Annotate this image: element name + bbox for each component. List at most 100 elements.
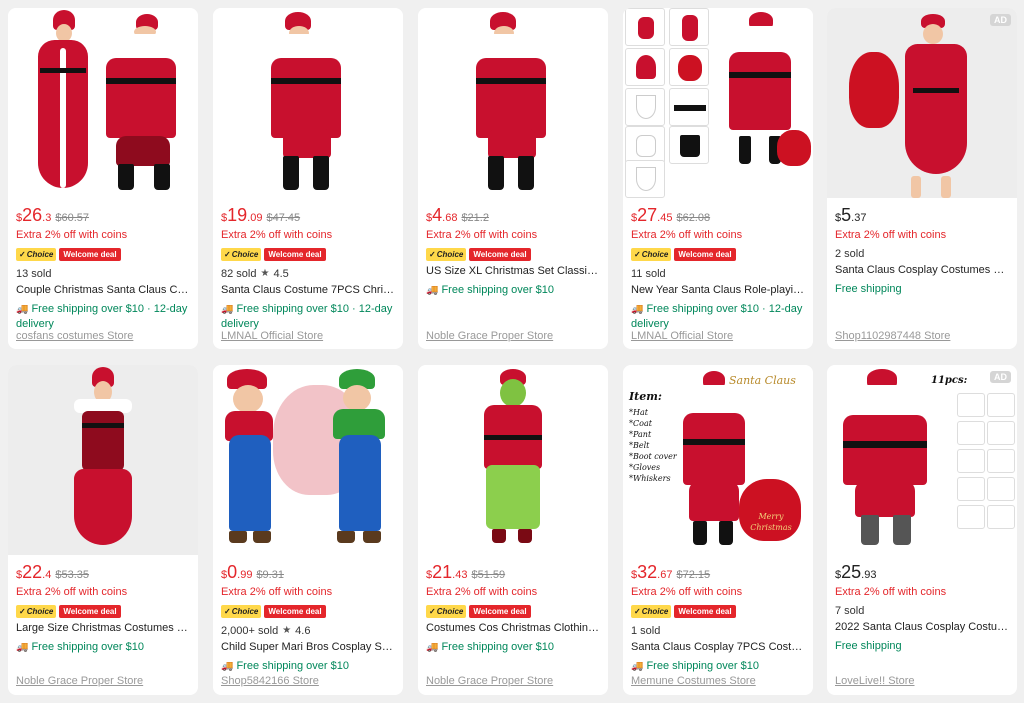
sold-count: 13 sold	[16, 268, 52, 280]
original-price: $9.31	[256, 569, 284, 581]
product-image[interactable]: 11pcs: AD	[827, 365, 1017, 555]
product-card[interactable]: AD $5.37 Extra 2% off with coins 2 sold …	[827, 8, 1017, 349]
choice-badge: ✓ Choice	[426, 247, 467, 261]
coins-discount: Extra 2% off with coins	[835, 229, 947, 241]
price: $25.93	[835, 562, 877, 582]
sold-count: 11 sold	[631, 268, 666, 280]
truck-icon: 🚚	[426, 642, 439, 653]
product-image[interactable]	[8, 8, 198, 198]
welcome-deal-badge: Welcome deal	[264, 604, 326, 618]
welcome-deal-badge: Welcome deal	[674, 604, 736, 618]
price: $21.43 $51.59	[426, 562, 506, 582]
welcome-deal-badge: Welcome deal	[59, 247, 121, 261]
store-link[interactable]: Noble Grace Proper Store	[426, 330, 553, 342]
product-card[interactable]: $27.45 $62.08 Extra 2% off with coins ✓ Ch…	[623, 8, 813, 349]
shipping-info: 🚚 Free shipping over $10 · 12-day deliver…	[631, 303, 803, 330]
product-card[interactable]: $22.4 $53.35 Extra 2% off with coins ✓ Cho…	[8, 365, 198, 695]
product-card[interactable]: Item: *Hat *Coat *Pant *Belt *Boot cover…	[623, 365, 813, 695]
price: $19.09 $47.45	[221, 205, 301, 225]
store-link[interactable]: Noble Grace Proper Store	[16, 675, 143, 687]
coins-discount: Extra 2% off with coins	[835, 586, 947, 598]
coins-discount: Extra 2% off with coins	[16, 586, 128, 598]
shipping-info: 🚚 Free shipping over $10	[16, 641, 144, 653]
sold-count: 82 sold ★ 4.5	[221, 268, 289, 280]
welcome-deal-badge: Welcome deal	[469, 604, 531, 618]
coins-discount: Extra 2% off with coins	[631, 586, 743, 598]
product-image[interactable]	[8, 365, 198, 555]
product-title[interactable]: US Size XL Christmas Set Classic 7 ...	[426, 263, 600, 280]
product-card[interactable]: $19.09 $47.45 Extra 2% off with coins ✓ Ch…	[213, 8, 403, 349]
store-link[interactable]: Noble Grace Proper Store	[426, 675, 553, 687]
product-title[interactable]: Large Size Christmas Costumes for...	[16, 620, 190, 637]
product-image[interactable]: Item: *Hat *Coat *Pant *Belt *Boot cover…	[623, 365, 813, 555]
truck-icon: 🚚	[16, 642, 29, 653]
coins-discount: Extra 2% off with coins	[426, 586, 538, 598]
sold-count: 1 sold	[631, 625, 661, 637]
store-link[interactable]: Shop5842166 Store	[221, 675, 319, 687]
coins-discount: Extra 2% off with coins	[221, 229, 333, 241]
store-link[interactable]: cosfans costumes Store	[16, 330, 133, 342]
original-price: $62.08	[676, 212, 711, 224]
store-link[interactable]: LMNAL Official Store	[631, 330, 733, 342]
product-image[interactable]	[623, 8, 813, 198]
product-title[interactable]: Couple Christmas Santa Claus Cos...	[16, 282, 190, 299]
truck-icon: 🚚	[16, 304, 29, 315]
truck-icon: 🚚	[221, 304, 234, 315]
original-price: $60.57	[55, 212, 89, 224]
product-image[interactable]	[213, 8, 403, 198]
product-image[interactable]	[213, 365, 403, 555]
coins-discount: Extra 2% off with coins	[631, 229, 743, 241]
welcome-deal-badge: Welcome deal	[469, 247, 531, 261]
star-icon: ★	[260, 268, 270, 279]
product-title[interactable]: 2022 Santa Claus Cosplay Costum...	[835, 619, 1009, 636]
welcome-deal-badge: Welcome deal	[264, 247, 326, 261]
coins-discount: Extra 2% off with coins	[221, 586, 333, 598]
product-title[interactable]: Santa Claus Cosplay 7PCS Costum...	[631, 639, 805, 656]
product-image[interactable]: AD	[827, 8, 1017, 198]
store-link[interactable]: Memune Costumes Store	[631, 675, 756, 687]
ad-badge: AD	[990, 14, 1011, 26]
price: $22.4 $53.35	[16, 562, 89, 582]
price: $32.67 $72.15	[631, 562, 711, 582]
product-title[interactable]: New Year Santa Claus Role-playing...	[631, 282, 805, 299]
merry-christmas-text: Merry Christmas	[750, 512, 792, 532]
product-image[interactable]	[418, 8, 608, 198]
product-title[interactable]: Santa Claus Costume 7PCS Christ...	[221, 282, 395, 299]
item-list-heading: Item:	[629, 390, 662, 403]
sold-count: 2,000+ sold ★ 4.6	[221, 625, 311, 637]
product-card[interactable]: $26.3 $60.57 Extra 2% off with coins ✓ Cho…	[8, 8, 198, 349]
original-price: $72.15	[676, 569, 711, 581]
choice-badge: ✓ Choice	[426, 604, 467, 618]
product-title[interactable]: Child Super Mari Bros Cosplay Suit...	[221, 639, 395, 656]
truck-icon: 🚚	[221, 661, 234, 672]
rating: 4.6	[295, 625, 311, 637]
price: $26.3 $60.57	[16, 205, 89, 225]
shipping-info: Free shipping	[835, 640, 902, 652]
original-price: $51.59	[471, 569, 506, 581]
shipping-info: 🚚 Free shipping over $10	[221, 660, 349, 672]
product-card[interactable]: $0.99 $9.31 Extra 2% off with coins ✓ Choi…	[213, 365, 403, 695]
shipping-info: Free shipping	[835, 283, 902, 295]
product-title[interactable]: Costumes Cos Christmas Clothing ...	[426, 620, 600, 637]
choice-badge: ✓ Choice	[16, 247, 57, 261]
product-card[interactable]: $4.68 $21.2 Extra 2% off with coins ✓ Choi…	[418, 8, 608, 349]
star-icon: ★	[282, 625, 292, 636]
santa-claus-logo: Santa Claus	[729, 374, 796, 387]
shipping-info: 🚚 Free shipping over $10	[631, 660, 759, 672]
product-card[interactable]: $21.43 $51.59 Extra 2% off with coins ✓ Ch…	[418, 365, 608, 695]
choice-badge: ✓ Choice	[16, 604, 57, 618]
store-link[interactable]: LMNAL Official Store	[221, 330, 323, 342]
store-link[interactable]: LoveLive!! Store	[835, 675, 915, 687]
product-card[interactable]: 11pcs: AD $25.93 Extra 2% off with coins…	[827, 365, 1017, 695]
item-list: *Hat *Coat *Pant *Belt *Boot cover *Glov…	[629, 408, 677, 483]
product-image[interactable]	[418, 365, 608, 555]
price: $5.37	[835, 205, 867, 225]
price: $4.68 $21.2	[426, 205, 489, 225]
price: $0.99 $9.31	[221, 562, 284, 582]
rating: 4.5	[273, 268, 289, 280]
product-title[interactable]: Santa Claus Cosplay Costumes Hat...	[835, 262, 1009, 279]
shipping-info: 🚚 Free shipping over $10 · 12-day deliver…	[221, 303, 393, 330]
store-link[interactable]: Shop1102987448 Store	[835, 330, 950, 342]
choice-badge: ✓ Choice	[221, 247, 262, 261]
sold-count: 2 sold	[835, 248, 865, 260]
